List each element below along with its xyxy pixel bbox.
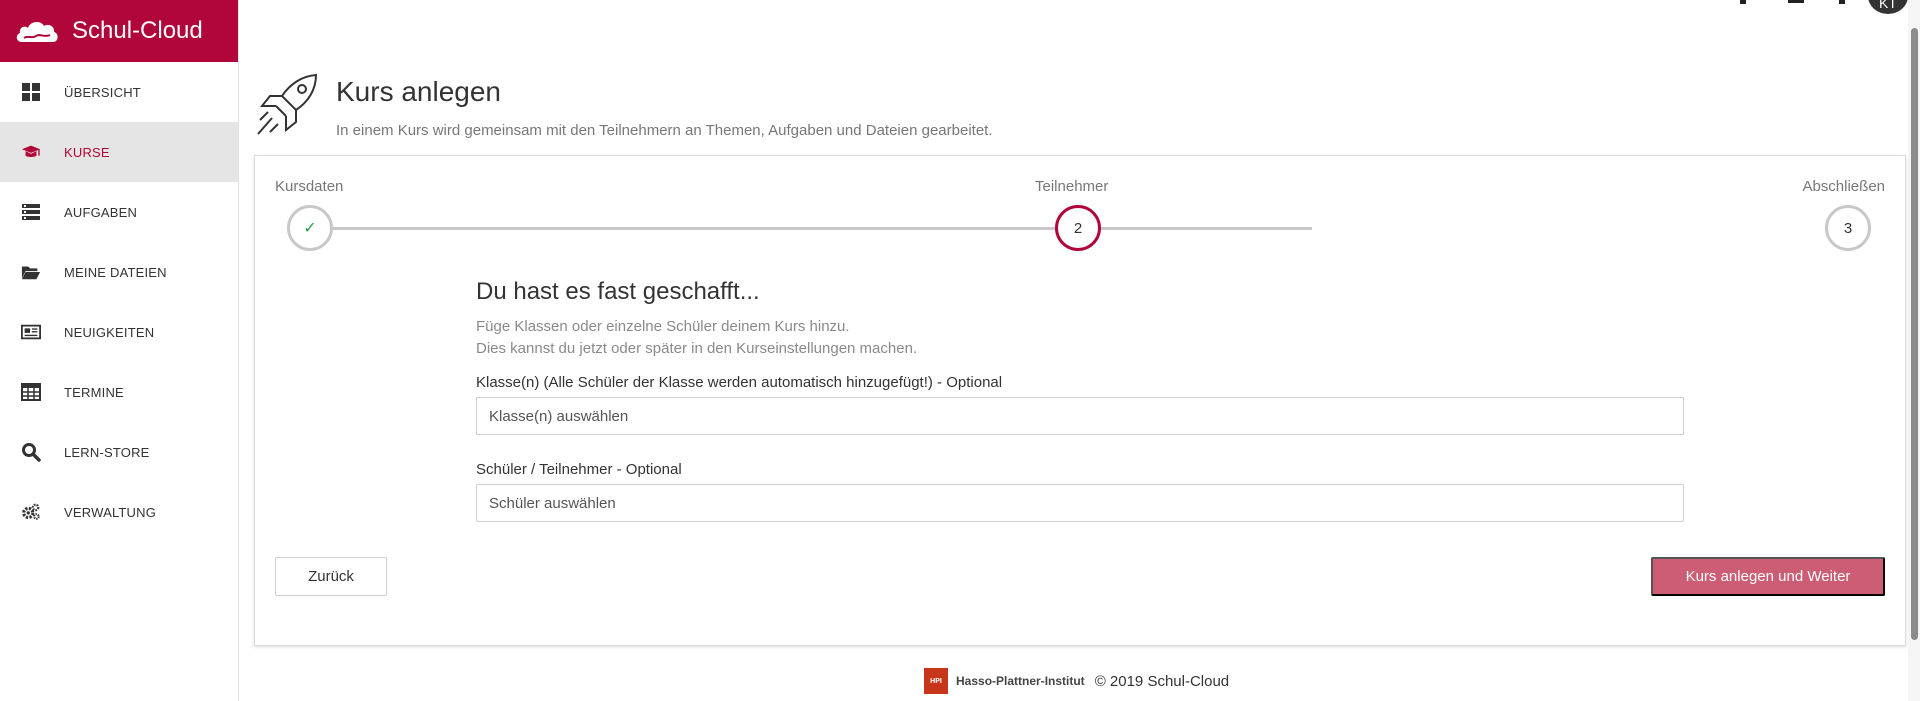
copyright-text: © 2019 Schul-Cloud <box>1094 672 1230 690</box>
step-label-teilnehmer: Teilnehmer <box>1035 178 1109 195</box>
brand-name: Schul-Cloud <box>72 17 203 44</box>
students-select[interactable]: Schüler auswählen <box>476 484 1684 522</box>
notification-icon[interactable] <box>1839 0 1845 4</box>
dashboard-icon <box>20 81 42 103</box>
calendar-table-icon <box>20 381 42 403</box>
sidebar-item-meine-dateien[interactable]: MEINE DATEIEN <box>0 242 238 302</box>
scrollbar[interactable] <box>1908 0 1920 701</box>
form-hint-line-1: Füge Klassen oder einzelne Schüler deine… <box>476 318 850 335</box>
rocket-icon <box>257 73 318 135</box>
page-header: Kurs anlegen In einem Kurs wird gemeinsa… <box>254 72 993 139</box>
sidebar-item-label: KURSE <box>64 144 110 160</box>
newspaper-icon <box>20 321 42 343</box>
header-text: Kurs anlegen In einem Kurs wird gemeinsa… <box>336 76 993 139</box>
hpi-name[interactable]: Hasso-Plattner-Institut <box>956 674 1085 688</box>
step-label-kursdaten: Kursdaten <box>275 178 344 195</box>
form-title: Du hast es fast geschafft... <box>476 278 760 305</box>
sidebar-item-neuigkeiten[interactable]: NEUIGKEITEN <box>0 302 238 362</box>
students-placeholder: Schüler auswählen <box>489 494 616 512</box>
page-title: Kurs anlegen <box>336 76 502 107</box>
cloud-logo-icon <box>16 22 58 42</box>
sidebar-item-label: TERMINE <box>64 384 124 400</box>
sidebar-item-termine[interactable]: TERMINE <box>0 362 238 422</box>
sidebar-item-label: VERWALTUNG <box>64 504 157 520</box>
step-circle-abschliessen[interactable]: 3 <box>1825 205 1871 251</box>
sidebar-item-label: AUFGABEN <box>64 204 138 220</box>
step-circle-teilnehmer[interactable]: 2 <box>1055 205 1101 251</box>
graduation-cap-icon <box>20 141 42 163</box>
classes-label: Klasse(n) (Alle Schüler der Klasse werde… <box>476 374 1003 391</box>
sidebar-item-verwaltung[interactable]: VERWALTUNG <box>0 482 238 542</box>
participants-form: Du hast es fast geschafft... Füge Klasse… <box>476 278 1684 522</box>
footer: HPI Hasso-Plattner-Institut © 2019 Schul… <box>924 668 1229 694</box>
sidebar-item-label: ÜBERSICHT <box>64 84 141 100</box>
sidebar: Schul-Cloud ÜBERSICHT KURSE AUFGABEN MEI… <box>0 0 239 701</box>
step-label-abschliessen: Abschließen <box>1802 178 1885 195</box>
sidebar-item-label: MEINE DATEIEN <box>64 264 167 280</box>
stepper-progress-line <box>332 227 1312 230</box>
classes-placeholder: Klasse(n) auswählen <box>489 407 629 425</box>
create-course-next-button[interactable]: Kurs anlegen und Weiter <box>1651 557 1885 596</box>
page-subtitle: In einem Kurs wird gemeinsam mit den Tei… <box>336 122 993 139</box>
sidebar-item-uebersicht[interactable]: ÜBERSICHT <box>0 62 238 122</box>
topbar-icons: KT <box>1520 0 1920 14</box>
scrollbar-thumb[interactable] <box>1911 28 1918 640</box>
fullscreen-icon[interactable] <box>1740 0 1746 4</box>
brand-header[interactable]: Schul-Cloud <box>0 0 238 62</box>
tasks-icon <box>20 201 42 223</box>
step-circle-kursdaten[interactable]: ✓ <box>287 205 333 251</box>
hpi-logo[interactable]: HPI <box>924 668 948 694</box>
sidebar-item-aufgaben[interactable]: AUFGABEN <box>0 182 238 242</box>
search-icon <box>20 441 42 463</box>
classes-select[interactable]: Klasse(n) auswählen <box>476 397 1684 435</box>
hpi-logo-text: HPI <box>930 677 942 685</box>
students-label: Schüler / Teilnehmer - Optional <box>476 461 682 478</box>
gears-icon <box>20 501 42 523</box>
avatar[interactable]: KT <box>1868 0 1908 14</box>
back-button[interactable]: Zurück <box>275 557 387 596</box>
form-hint-line-2: Dies kannst du jetzt oder später in den … <box>476 340 918 357</box>
sidebar-item-lern-store[interactable]: LERN-STORE <box>0 422 238 482</box>
sidebar-item-label: NEUIGKEITEN <box>64 324 155 340</box>
form-hint: Füge Klassen oder einzelne Schüler deine… <box>476 316 1684 360</box>
sidebar-item-kurse[interactable]: KURSE <box>0 122 238 182</box>
help-icon[interactable] <box>1788 0 1804 3</box>
folder-icon <box>20 261 42 283</box>
sidebar-item-label: LERN-STORE <box>64 444 150 460</box>
course-wizard-card: Kursdaten ✓ Teilnehmer 2 Abschließen 3 D… <box>254 155 1906 646</box>
